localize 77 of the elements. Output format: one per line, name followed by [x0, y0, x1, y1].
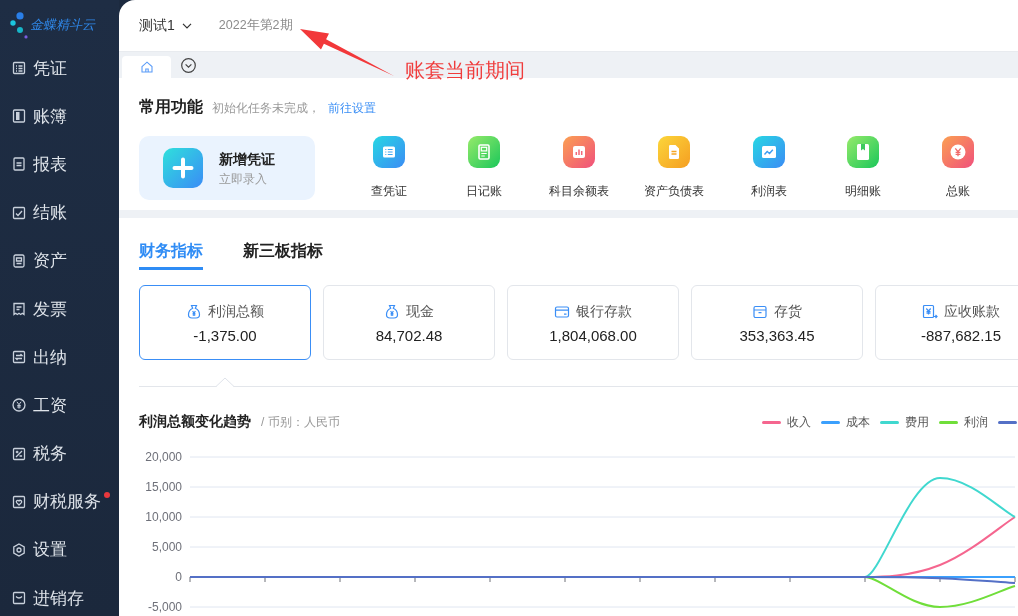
axis-label: 20,000	[145, 450, 182, 464]
metric-card[interactable]: 利润总额 -1,375.00	[139, 285, 311, 360]
legend-line-icon[interactable]	[998, 420, 1017, 424]
chevron-down-circle-icon[interactable]	[181, 57, 196, 73]
metric-card[interactable]: 应收账款 -887,682.15	[875, 285, 1018, 360]
clipboard-icon	[12, 253, 26, 268]
account-dropdown[interactable]: 测试1	[139, 16, 192, 35]
nav-item[interactable]: 资产	[0, 236, 119, 285]
nav-item[interactable]: 账簿	[0, 92, 119, 141]
axis-label: 15,000	[145, 480, 182, 494]
percent-icon	[12, 446, 26, 461]
line-chart-icon	[752, 136, 785, 168]
document-icon	[468, 136, 501, 168]
shortcut-button[interactable]: 总账	[910, 136, 1006, 200]
metric-card[interactable]: 银行存款 1,804,068.00	[507, 285, 679, 360]
nav-item[interactable]: 设置	[0, 525, 119, 575]
axis-label: 5,000	[151, 540, 182, 554]
logo-icon	[10, 12, 28, 39]
list-document-icon	[12, 61, 26, 76]
new-voucher-button[interactable]: 新增凭证 立即录入	[139, 136, 315, 200]
notice-text: 初始化任务未完成，	[212, 100, 320, 117]
metric-card[interactable]: 存货 353,363.45	[691, 285, 863, 360]
axis-label: -5,000	[147, 600, 182, 614]
nav-item[interactable]: 工资	[0, 381, 119, 430]
shortcut-button[interactable]: 查凭证	[342, 136, 437, 200]
box-icon	[752, 304, 768, 320]
nav-item[interactable]: 发票	[0, 284, 119, 334]
bar-chart-icon	[563, 136, 595, 168]
period-label: 2022年第2期	[218, 17, 293, 34]
plus-icon	[163, 148, 203, 188]
logo-text: 金蝶精斗云	[30, 17, 95, 33]
receipt-icon	[12, 302, 26, 317]
bank-card-icon	[554, 304, 570, 320]
yen-document-icon	[922, 304, 938, 320]
shortcut-button[interactable]: 明细账	[816, 136, 911, 200]
document-icon	[12, 157, 26, 172]
shortcut-button[interactable]: 利润表	[721, 136, 816, 200]
legend-label[interactable]: 费用	[905, 413, 929, 431]
home-tab[interactable]	[122, 56, 171, 78]
nav-item[interactable]: 结账	[0, 188, 119, 237]
exchange-icon	[12, 350, 26, 365]
shortcut-button[interactable]: 科目余额表	[531, 136, 627, 200]
legend-label[interactable]: 利润	[964, 413, 988, 431]
yen-icon	[942, 136, 975, 168]
axis-label: 0	[175, 570, 182, 584]
shortcut-button[interactable]: 资产负债表	[626, 136, 722, 200]
metric-card[interactable]: 现金 84,702.48	[323, 285, 495, 360]
shortcut-button[interactable]: 日记账	[436, 136, 532, 200]
book-icon	[12, 109, 26, 124]
settings-link[interactable]: 前往设置	[328, 100, 376, 117]
nav-item[interactable]: 出纳	[0, 333, 119, 382]
checkbox-icon	[12, 205, 26, 220]
legend-line-icon[interactable]	[821, 420, 840, 424]
home-icon	[140, 61, 153, 73]
yen-circle-icon	[12, 398, 26, 413]
nav-item[interactable]: 进销存	[0, 574, 119, 616]
document-icon	[657, 136, 690, 168]
nav-item[interactable]: 税务	[0, 429, 119, 478]
section-title: 常用功能	[139, 97, 203, 117]
nav-item[interactable]: 报表	[0, 140, 119, 189]
legend-line-icon[interactable]	[762, 420, 781, 424]
settings-icon	[12, 542, 26, 557]
tab[interactable]: 新三板指标	[243, 240, 323, 270]
currency-label: / 币别：人民币	[261, 413, 340, 431]
chart-title: 利润总额变化趋势	[139, 413, 251, 431]
legend-label[interactable]: 收入	[787, 413, 811, 431]
annotation-text: 账套当前期间	[405, 59, 525, 81]
list-icon	[373, 136, 406, 168]
bookmark-icon	[847, 136, 880, 168]
inbox-icon	[12, 591, 26, 606]
chevron-down-icon	[181, 22, 192, 29]
nav-item[interactable]: 凭证	[0, 44, 119, 93]
nav-item[interactable]: 财税服务	[0, 477, 119, 526]
axis-label: 10,000	[145, 510, 182, 524]
legend-label[interactable]: 成本	[846, 413, 870, 431]
money-bag-icon	[384, 304, 400, 320]
money-bag-icon	[186, 304, 202, 320]
